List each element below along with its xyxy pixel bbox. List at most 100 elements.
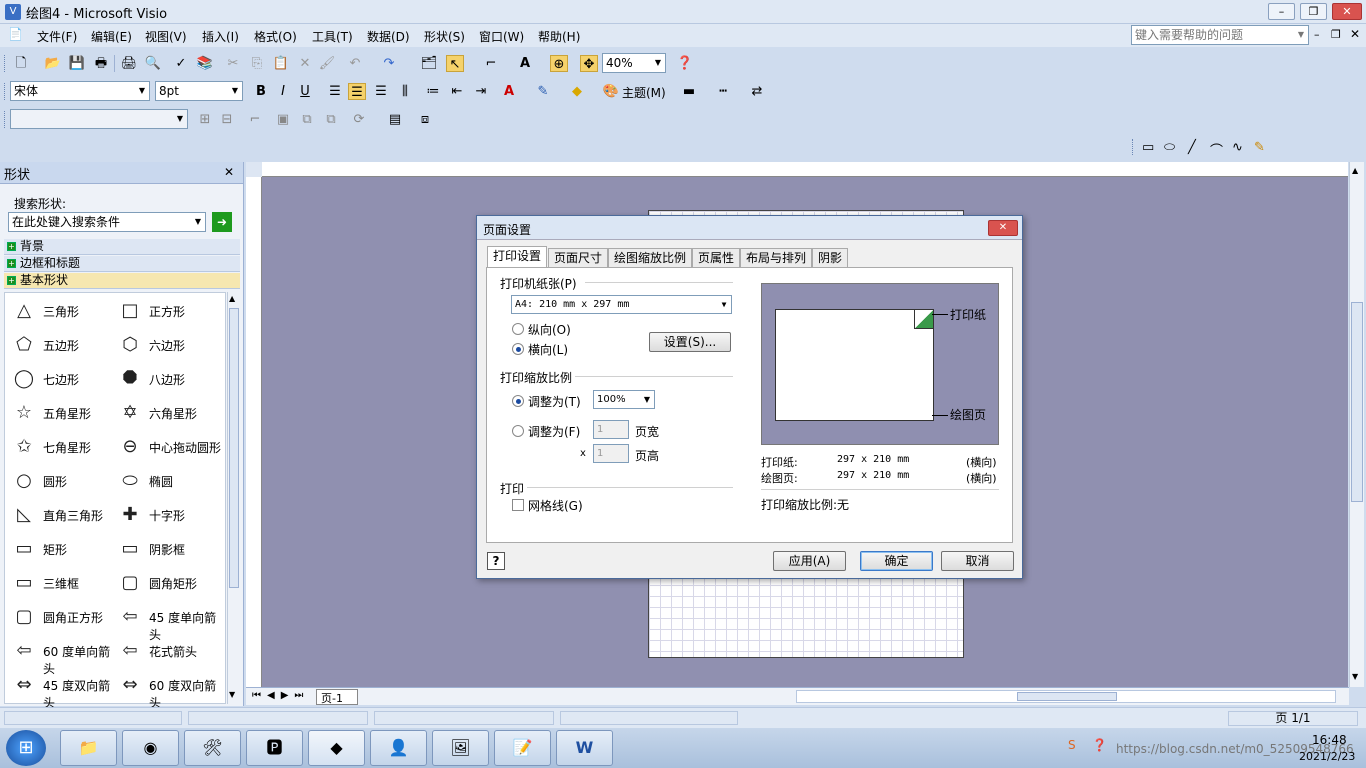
- menu-shapes[interactable]: 形状(S): [424, 28, 465, 45]
- tab-layout-routing[interactable]: 布局与排列: [740, 248, 813, 268]
- pan-zoom-icon[interactable]: ✥: [580, 55, 598, 72]
- chevron-down-icon[interactable]: ▼: [135, 82, 149, 100]
- theme-button[interactable]: 主题(M): [622, 84, 666, 101]
- toolbar-grip[interactable]: [4, 111, 7, 128]
- menu-insert[interactable]: 插入(I): [202, 28, 239, 45]
- tab-print-setup[interactable]: 打印设置: [487, 246, 548, 269]
- doc-restore-button[interactable]: ❐: [1331, 28, 1341, 41]
- shape-item[interactable]: ✚ 十字形: [113, 498, 225, 532]
- photo-taskbar-icon[interactable]: 🖼: [432, 730, 489, 766]
- menu-edit[interactable]: 编辑(E): [91, 28, 132, 45]
- menu-data[interactable]: 数据(D): [367, 28, 410, 45]
- pages-wide-input[interactable]: 1: [593, 420, 629, 439]
- shape-item[interactable]: ◺ 直角三角形: [7, 498, 119, 532]
- tab-page-properties[interactable]: 页属性: [692, 248, 741, 268]
- menu-format[interactable]: 格式(O): [254, 28, 297, 45]
- chevron-down-icon[interactable]: ▼: [651, 54, 665, 72]
- menu-file[interactable]: 文件(F): [37, 28, 77, 45]
- shape-item[interactable]: ◯ 七边形: [7, 362, 119, 396]
- pages-high-input[interactable]: 1: [593, 444, 629, 463]
- shape-item[interactable]: ⬡ 六边形: [113, 328, 225, 362]
- powerpoint-taskbar-icon[interactable]: 🅿: [246, 730, 303, 766]
- line-tool-icon[interactable]: ╱: [1188, 140, 1196, 155]
- doc-minimize-button[interactable]: –: [1314, 28, 1320, 41]
- scale-percent-select[interactable]: 100% ▼: [593, 390, 655, 409]
- shape-item[interactable]: ✡ 六角星形: [113, 396, 225, 430]
- align-left-icon[interactable]: ☰: [326, 83, 344, 100]
- zoom-select[interactable]: 40% ▼: [602, 53, 666, 73]
- italic-icon[interactable]: I: [274, 83, 292, 100]
- shape-item[interactable]: ⬠ 五边形: [7, 328, 119, 362]
- shape-search-input[interactable]: 在此处键入搜索条件 ▼: [8, 212, 206, 232]
- restore-button[interactable]: ❐: [1300, 3, 1327, 20]
- distribute-shapes-icon[interactable]: ⊟: [218, 111, 236, 128]
- shape-item[interactable]: ⇔ 45 度双向箭头: [7, 668, 119, 710]
- increase-indent-icon[interactable]: ⇥: [472, 83, 490, 100]
- line-weight-icon[interactable]: ▬: [680, 83, 698, 100]
- notes-taskbar-icon[interactable]: 📝: [494, 730, 551, 766]
- shape-item[interactable]: □ 正方形: [113, 294, 225, 328]
- shape-item[interactable]: ⇦ 花式箭头: [113, 634, 225, 668]
- document-icon[interactable]: 📄: [8, 27, 26, 43]
- research-icon[interactable]: 📚: [196, 55, 214, 72]
- ellipse-tool-icon[interactable]: ⬭: [1164, 140, 1175, 155]
- portrait-radio[interactable]: [512, 323, 524, 335]
- cut-icon[interactable]: ✂: [224, 55, 242, 72]
- page-tab[interactable]: 页-1: [316, 689, 358, 705]
- page-nav-icons[interactable]: ⏮◀▶⏭: [252, 690, 309, 701]
- shape-item[interactable]: ▭ 阴影框: [113, 532, 225, 566]
- scroll-down-icon[interactable]: ▼: [229, 690, 235, 699]
- font-size-select[interactable]: 8pt ▼: [155, 81, 243, 101]
- shape-item[interactable]: △ 三角形: [7, 294, 119, 328]
- align-center-icon[interactable]: ☰: [348, 83, 366, 100]
- print-preview-icon[interactable]: 🖶: [92, 55, 110, 72]
- menu-tools[interactable]: 工具(T): [312, 28, 353, 45]
- font-color-icon[interactable]: A: [500, 83, 518, 100]
- connection-point-icon[interactable]: ⊕: [550, 55, 568, 72]
- ok-button[interactable]: 确定: [860, 551, 933, 571]
- menu-window[interactable]: 窗口(W): [479, 28, 524, 45]
- chevron-down-icon[interactable]: ▼: [640, 391, 654, 409]
- scroll-up-icon[interactable]: ▲: [1352, 166, 1358, 175]
- tab-page-size[interactable]: 页面尺寸: [548, 248, 609, 268]
- pointer-tool-icon[interactable]: ↖: [446, 55, 464, 72]
- category-basic-shapes[interactable]: + 基本形状: [4, 273, 240, 289]
- horizontal-scrollbar[interactable]: [796, 690, 1336, 703]
- font-select[interactable]: 宋体 ▼: [10, 81, 150, 101]
- doc-close-button[interactable]: ✕: [1350, 27, 1360, 41]
- connect-shapes-icon[interactable]: ⌐: [246, 111, 264, 128]
- layer-icon[interactable]: ⧈: [416, 111, 434, 128]
- help-icon[interactable]: ?: [487, 552, 505, 570]
- send-back-icon[interactable]: ⧉: [322, 111, 340, 128]
- dialog-close-button[interactable]: ✕: [988, 220, 1018, 236]
- cancel-button[interactable]: 取消: [941, 551, 1014, 571]
- chevron-down-icon[interactable]: ▼: [173, 110, 187, 128]
- landscape-radio[interactable]: [512, 343, 524, 355]
- fit-to-pages-radio[interactable]: [512, 425, 524, 437]
- close-button[interactable]: ✕: [1332, 3, 1362, 20]
- open-icon[interactable]: 📂: [44, 55, 62, 72]
- search-go-icon[interactable]: ➜: [212, 212, 232, 232]
- shape-item[interactable]: ⇦ 45 度单向箭头: [113, 600, 225, 642]
- close-icon[interactable]: ✕: [224, 165, 234, 179]
- paper-size-select[interactable]: A4: 210 mm x 297 mm ▼: [511, 295, 732, 314]
- minimize-button[interactable]: –: [1268, 3, 1295, 20]
- category-background[interactable]: + 背景: [4, 239, 240, 255]
- line-ends-icon[interactable]: ⇄: [748, 83, 766, 100]
- line-pattern-icon[interactable]: ┅: [714, 83, 732, 100]
- shape-item[interactable]: ▢ 圆角正方形: [7, 600, 119, 634]
- shape-item[interactable]: ✩ 七角星形: [7, 430, 119, 464]
- category-borders-titles[interactable]: + 边框和标题: [4, 256, 240, 272]
- toolbar-grip[interactable]: [1132, 139, 1135, 155]
- scroll-up-icon[interactable]: ▲: [229, 294, 235, 303]
- vertical-scrollbar[interactable]: ▲ ▼: [1349, 162, 1364, 687]
- delete-icon[interactable]: ✕: [296, 55, 314, 72]
- visio-app-icon[interactable]: V: [5, 4, 21, 20]
- scroll-thumb[interactable]: [229, 308, 239, 588]
- help-search-input[interactable]: 键入需要帮助的问题 ▼: [1131, 25, 1309, 45]
- shape-item[interactable]: ⯃ 八边形: [113, 362, 225, 396]
- help-icon[interactable]: ❓: [676, 55, 694, 72]
- scroll-thumb[interactable]: [1351, 302, 1363, 502]
- rotate-icon[interactable]: ⟳: [350, 111, 368, 128]
- bullets-icon[interactable]: ≔: [424, 83, 442, 100]
